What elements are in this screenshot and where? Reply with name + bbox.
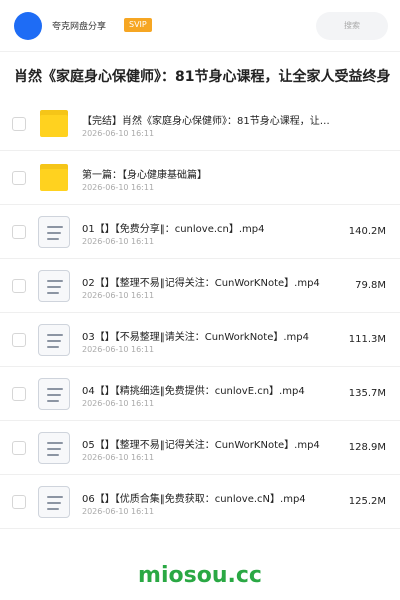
document-icon — [38, 216, 70, 248]
row-checkbox[interactable] — [12, 279, 26, 293]
row-checkbox[interactable] — [12, 387, 26, 401]
watermark-text: miosou.cc — [138, 563, 262, 588]
file-date: 2026-06-10 16:11 — [82, 129, 155, 138]
file-name[interactable]: 05【】【整理不易‖记得关注：CunWorKNote】.mp4 — [82, 436, 332, 451]
row-checkbox[interactable] — [12, 333, 26, 347]
file-date: 2026-06-10 16:11 — [82, 183, 155, 192]
folder-icon — [38, 162, 70, 194]
document-icon — [38, 324, 70, 356]
file-row[interactable]: 02【】【整理不易‖记得关注：CunWorKNote】.mp4 2026-06-1… — [0, 259, 400, 313]
file-name[interactable]: 01【】【免费分享‖：cunlove.cn】.mp4 — [82, 220, 332, 235]
file-name[interactable]: 【完结】肖然《家庭身心保健师》：81节身心课程，让全家人受益终身 — [82, 112, 332, 127]
avatar[interactable] — [14, 12, 42, 40]
file-row[interactable]: 03【】【不易整理‖请关注：CunWorkNote】.mp4 2026-06-10… — [0, 313, 400, 367]
file-size: 79.8M — [355, 280, 386, 291]
header-bar: 夸克网盘分享 SVIP 搜索 — [0, 0, 400, 52]
file-list: 【完结】肖然《家庭身心保健师》：81节身心课程，让全家人受益终身 2026-06-… — [0, 97, 400, 529]
svip-badge: SVIP — [124, 18, 152, 32]
file-size: 111.3M — [348, 334, 386, 345]
file-row[interactable]: 06【】【优质合集‖免费获取：cunlove.cN】.mp4 2026-06-10… — [0, 475, 400, 529]
file-name[interactable]: 04【】【精挑细选‖免费提供：cunlovE.cn】.mp4 — [82, 382, 332, 397]
folder-icon — [38, 108, 70, 140]
document-icon — [38, 432, 70, 464]
row-checkbox[interactable] — [12, 171, 26, 185]
folder-row[interactable]: 【完结】肖然《家庭身心保健师》：81节身心课程，让全家人受益终身 2026-06-… — [0, 97, 400, 151]
folder-row[interactable]: 第一篇：【身心健康基础篇】 2026-06-10 16:11 — [0, 151, 400, 205]
row-checkbox[interactable] — [12, 225, 26, 239]
file-date: 2026-06-10 16:11 — [82, 453, 155, 462]
file-name[interactable]: 06【】【优质合集‖免费获取：cunlove.cN】.mp4 — [82, 490, 332, 505]
file-date: 2026-06-10 16:11 — [82, 237, 155, 246]
file-row[interactable]: 04【】【精挑细选‖免费提供：cunlovE.cn】.mp4 2026-06-10… — [0, 367, 400, 421]
file-name[interactable]: 02【】【整理不易‖记得关注：CunWorKNote】.mp4 — [82, 274, 332, 289]
file-size: 135.7M — [348, 388, 386, 399]
file-size: 125.2M — [348, 496, 386, 507]
page-title: 肖然《家庭身心保健师》：81节身心课程，让全家人受益终身 — [14, 69, 391, 85]
file-size: 140.2M — [348, 226, 386, 237]
document-icon — [38, 486, 70, 518]
file-date: 2026-06-10 16:11 — [82, 345, 155, 354]
file-name[interactable]: 03【】【不易整理‖请关注：CunWorkNote】.mp4 — [82, 328, 332, 343]
document-icon — [38, 378, 70, 410]
file-name[interactable]: 第一篇：【身心健康基础篇】 — [82, 166, 332, 181]
file-size: 128.9M — [348, 442, 386, 453]
file-row[interactable]: 01【】【免费分享‖：cunlove.cn】.mp4 2026-06-10 16:… — [0, 205, 400, 259]
row-checkbox[interactable] — [12, 117, 26, 131]
file-date: 2026-06-10 16:11 — [82, 507, 155, 516]
document-icon — [38, 270, 70, 302]
file-date: 2026-06-10 16:11 — [82, 291, 155, 300]
row-checkbox[interactable] — [12, 495, 26, 509]
row-checkbox[interactable] — [12, 441, 26, 455]
file-date: 2026-06-10 16:11 — [82, 399, 155, 408]
file-row[interactable]: 05【】【整理不易‖记得关注：CunWorKNote】.mp4 2026-06-1… — [0, 421, 400, 475]
search-button[interactable]: 搜索 — [316, 12, 388, 40]
app-name: 夸克网盘分享 — [52, 22, 107, 32]
